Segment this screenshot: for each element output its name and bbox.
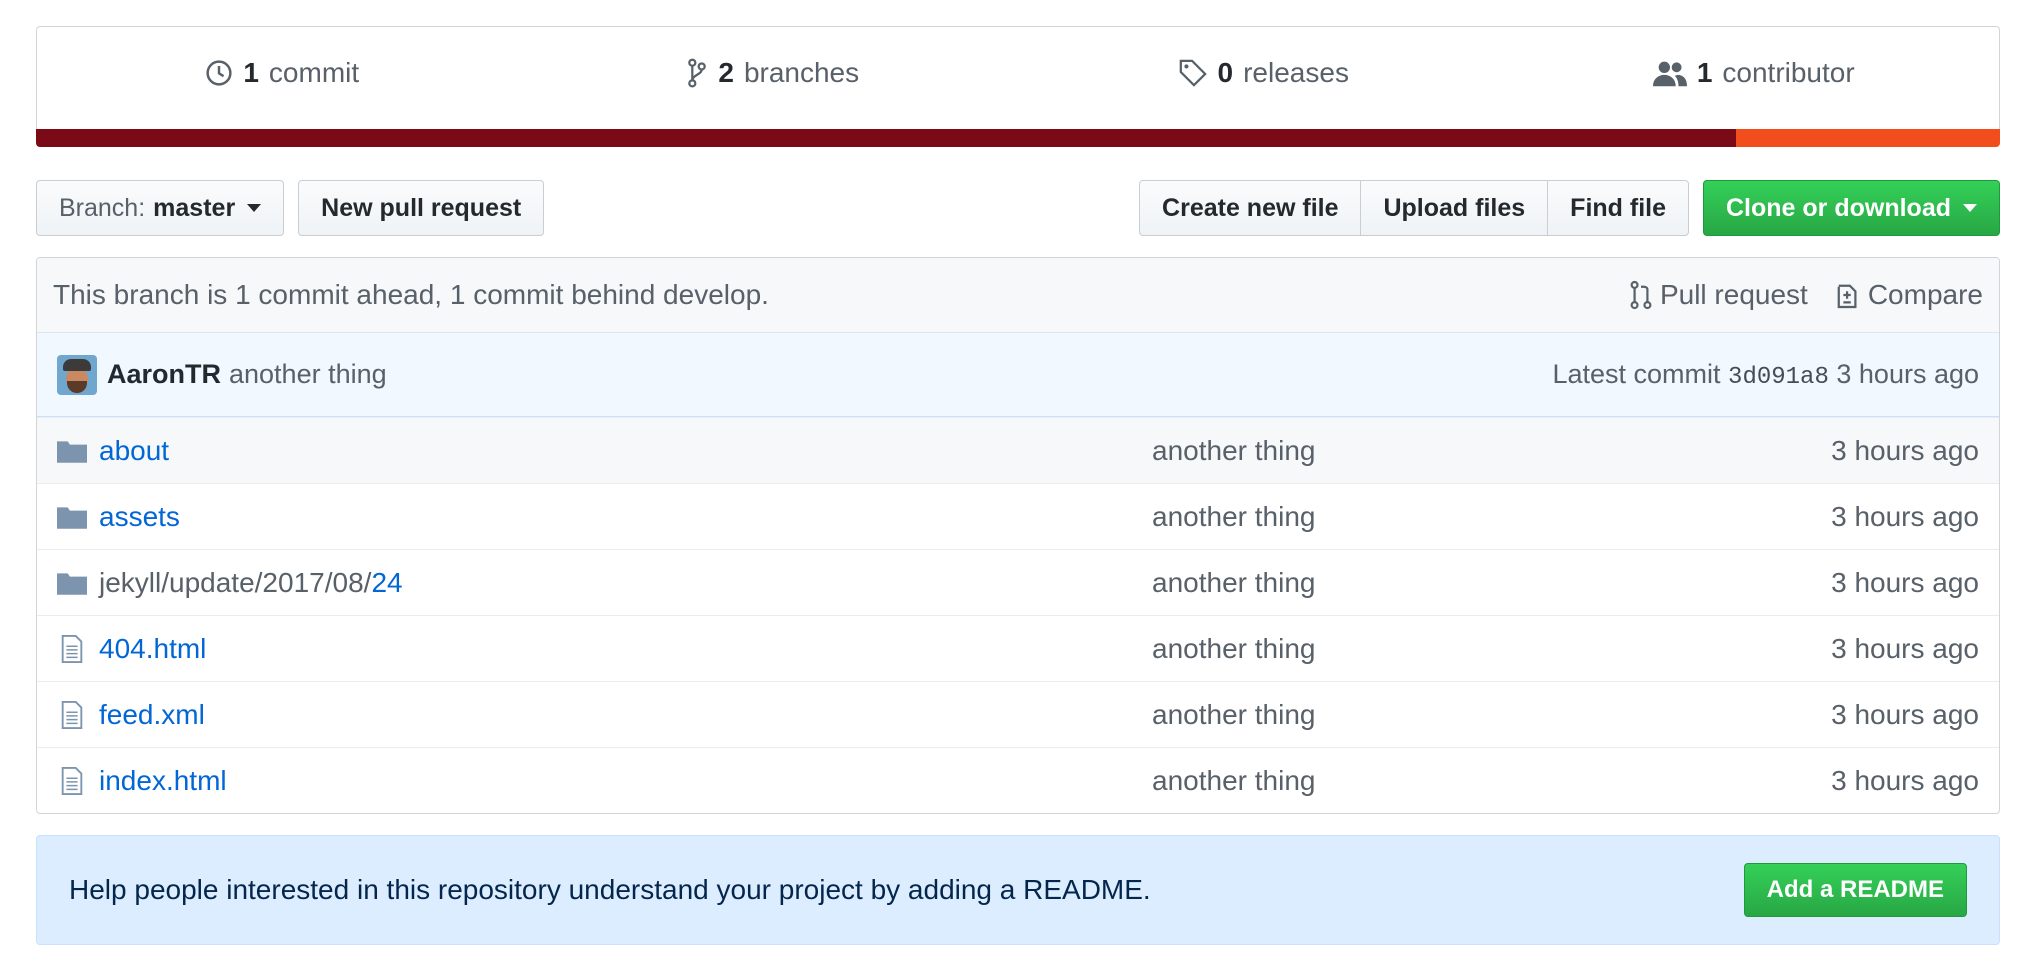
file-commit-message[interactable]: another thing (1152, 699, 1831, 731)
table-row: assets another thing 3 hours ago (37, 483, 1999, 549)
folder-icon (57, 572, 87, 595)
history-icon (206, 60, 232, 86)
tag-icon (1179, 59, 1207, 87)
upload-files-button[interactable]: Upload files (1360, 180, 1549, 236)
compare-label: Compare (1867, 279, 1983, 310)
branches-count: 2 (718, 57, 734, 88)
branch-name: master (153, 193, 236, 222)
file-name-link[interactable]: jekyll/update/2017/08/24 (99, 567, 403, 599)
commit-author[interactable]: AaronTR (107, 359, 221, 390)
file-name-link[interactable]: about (99, 435, 169, 467)
create-new-file-button[interactable]: Create new file (1139, 180, 1362, 236)
table-row: 404.html another thing 3 hours ago (37, 615, 1999, 681)
path-prefix: jekyll/update/2017/08/ (99, 566, 372, 598)
file-list: This branch is 1 commit ahead, 1 commit … (36, 257, 2000, 814)
commit-message[interactable]: another thing (229, 359, 387, 390)
file-age: 3 hours ago (1831, 434, 1979, 466)
file-commit-message[interactable]: another thing (1152, 567, 1831, 599)
file-icon (61, 700, 83, 729)
file-name-link[interactable]: feed.xml (99, 699, 205, 731)
find-file-button[interactable]: Find file (1547, 180, 1689, 236)
file-age: 3 hours ago (1831, 566, 1979, 598)
table-row: index.html another thing 3 hours ago (37, 747, 1999, 813)
language-segment-primary[interactable] (36, 129, 1736, 147)
table-row: jekyll/update/2017/08/24 another thing 3… (37, 549, 1999, 615)
caret-down-icon (247, 204, 262, 212)
branch-prefix: Branch: (59, 193, 146, 222)
repository-content: 1 commit 2 branches 0 releases 1 contrib… (36, 26, 2000, 945)
file-age: 3 hours ago (1831, 698, 1979, 730)
file-age: 3 hours ago (1831, 632, 1979, 664)
file-icon (61, 634, 83, 663)
branches-label: branches (743, 57, 860, 88)
branches-link[interactable]: 2 branches (528, 27, 1019, 129)
file-commit-message[interactable]: another thing (1152, 501, 1831, 533)
commits-label: commit (268, 57, 360, 88)
latest-commit-prefix: Latest commit (1552, 358, 1721, 389)
file-age: 3 hours ago (1831, 500, 1979, 532)
commit-meta: Latest commit 3d091a8 3 hours ago (1552, 359, 1979, 391)
git-pull-request-icon (1630, 280, 1652, 310)
branch-infobar: This branch is 1 commit ahead, 1 commit … (37, 258, 1999, 333)
commit-age: 3 hours ago (1836, 358, 1979, 389)
branch-icon (688, 58, 707, 88)
path-last-segment: 24 (371, 566, 403, 598)
compare-link[interactable]: Compare (1836, 279, 1983, 311)
file-commit-message[interactable]: another thing (1152, 765, 1831, 797)
language-segment-secondary[interactable] (1736, 129, 2000, 147)
contributors-label: contributor (1722, 57, 1855, 88)
diff-icon (1837, 284, 1857, 309)
file-actions-group: Create new file Upload files Find file (1139, 180, 1689, 236)
readme-prompt-text: Help people interested in this repositor… (69, 874, 1151, 905)
file-name-link[interactable]: 404.html (99, 633, 206, 665)
avatar[interactable] (57, 354, 97, 395)
repo-summary: 1 commit 2 branches 0 releases 1 contrib… (36, 26, 2000, 129)
file-age: 3 hours ago (1831, 764, 1979, 796)
contributors-count: 1 (1696, 57, 1713, 88)
file-commit-message[interactable]: another thing (1152, 633, 1831, 665)
file-navigation: Branch: master New pull request Create n… (36, 180, 2000, 236)
file-icon (61, 766, 83, 795)
contributors-link[interactable]: 1 contributor (1509, 27, 2000, 129)
pull-request-link[interactable]: Pull request (1630, 279, 1808, 311)
file-name-link[interactable]: index.html (99, 765, 227, 797)
people-icon (1652, 61, 1687, 87)
file-name-link[interactable]: assets (99, 501, 180, 533)
branch-status-text: This branch is 1 commit ahead, 1 commit … (53, 279, 769, 310)
clone-or-download-label: Clone or download (1726, 193, 1951, 222)
language-bar[interactable] (36, 129, 2000, 147)
folder-icon (57, 506, 87, 529)
file-commit-message[interactable]: another thing (1152, 435, 1831, 467)
readme-prompt: Help people interested in this repositor… (36, 835, 2000, 945)
table-row: about another thing 3 hours ago (37, 417, 1999, 483)
add-readme-button[interactable]: Add a README (1743, 863, 1967, 917)
caret-down-icon (1963, 204, 1977, 212)
commits-count: 1 (243, 57, 259, 88)
pull-request-label: Pull request (1659, 279, 1808, 310)
new-pull-request-button[interactable]: New pull request (298, 180, 545, 236)
clone-or-download-button[interactable]: Clone or download (1703, 180, 2000, 236)
commit-sha[interactable]: 3d091a8 (1728, 364, 1829, 391)
table-row: feed.xml another thing 3 hours ago (37, 681, 1999, 747)
commits-link[interactable]: 1 commit (37, 27, 528, 129)
releases-label: releases (1243, 57, 1349, 88)
folder-icon (57, 440, 87, 463)
releases-count: 0 (1217, 57, 1234, 88)
releases-link[interactable]: 0 releases (1018, 27, 1509, 129)
latest-commit-bar: AaronTR another thing Latest commit 3d09… (37, 333, 1999, 417)
branch-select-button[interactable]: Branch: master (36, 180, 285, 236)
